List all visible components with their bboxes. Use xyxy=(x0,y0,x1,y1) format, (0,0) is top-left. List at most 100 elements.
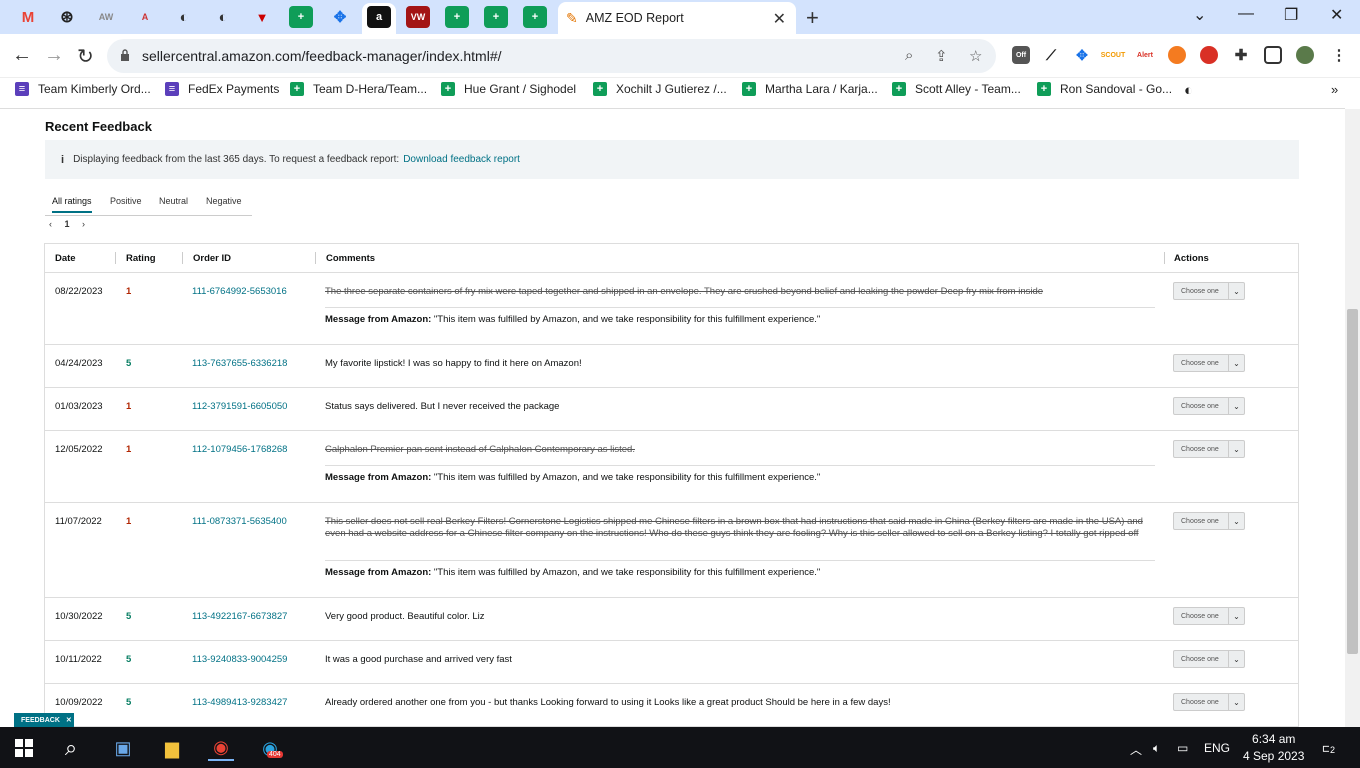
action-select[interactable]: Choose one ⌄ xyxy=(1173,512,1245,530)
extension-arrow-icon[interactable]: ⟋ xyxy=(1042,46,1060,64)
row-order-id[interactable]: 111-6764992-5653016 xyxy=(192,286,287,297)
info-text: Displaying feedback from the last 365 da… xyxy=(73,154,400,165)
action-select[interactable]: Choose one ⌄ xyxy=(1173,440,1245,458)
search-icon[interactable]: ⌕ xyxy=(58,735,84,761)
page-number[interactable]: 1 xyxy=(65,219,70,229)
action-select[interactable]: Choose one ⌄ xyxy=(1173,354,1245,372)
tab-icon-11[interactable]: VW xyxy=(406,6,430,28)
bookmark-item[interactable]: + Ron Sandoval - Go... xyxy=(1037,82,1172,96)
row-order-id[interactable]: 112-3791591-6605050 xyxy=(192,401,287,412)
volume-icon[interactable]: 🔈︎ xyxy=(1153,741,1160,756)
extension-scout-icon[interactable]: SCOUT xyxy=(1101,46,1126,64)
tab-icon-9[interactable]: ✥ xyxy=(328,6,352,28)
profile-avatar[interactable] xyxy=(1296,46,1314,64)
bookmark-item[interactable]: ≡ FedEx Payments xyxy=(165,82,279,96)
action-select[interactable]: Choose one ⌄ xyxy=(1173,607,1245,625)
forward-icon[interactable]: → xyxy=(44,44,64,67)
prev-page-icon[interactable]: ‹ xyxy=(49,219,52,229)
tab-icon-7[interactable]: ▼ xyxy=(250,6,274,28)
amazon-tab-icon[interactable]: a xyxy=(367,6,391,28)
chevron-down-icon: ⌄ xyxy=(1228,513,1244,529)
row-order-id[interactable]: 112-1079456-1768268 xyxy=(192,444,287,455)
reload-icon[interactable]: ↻ xyxy=(77,44,94,69)
bookmark-item[interactable]: + Hue Grant / Sighodel xyxy=(441,82,576,96)
bookmark-item[interactable]: ≡ Team Kimberly Ord... xyxy=(15,82,151,96)
notifications-icon[interactable]: ▭ 2 xyxy=(1316,735,1342,761)
action-select[interactable]: Choose one ⌄ xyxy=(1173,397,1245,415)
close-tab-icon[interactable]: ✕ xyxy=(773,9,786,29)
tray-chevron-icon[interactable]: ︿ xyxy=(1130,741,1142,758)
menu-icon[interactable]: ⋮ xyxy=(1330,46,1348,64)
row-order-id[interactable]: 111-0873371-5635400 xyxy=(192,516,287,527)
language-indicator[interactable]: ENG xyxy=(1204,741,1230,755)
new-tab-icon[interactable]: + xyxy=(806,5,819,31)
tab-positive[interactable]: Positive xyxy=(110,196,142,206)
zoom-icon[interactable]: ⌕ xyxy=(905,47,913,64)
tab-all-ratings[interactable]: All ratings xyxy=(52,196,92,213)
download-report-link[interactable]: Download feedback report xyxy=(403,154,520,165)
sheets-tab-icon-3[interactable]: + xyxy=(484,6,508,28)
globe-bookmark-icon[interactable]: ◐ xyxy=(1184,82,1193,99)
browser-toolbar: ← → ↻ sellercentral.amazon.com/feedback-… xyxy=(0,34,1360,78)
windows-start-icon[interactable] xyxy=(11,735,37,761)
sheets-tab-icon[interactable]: + xyxy=(289,6,313,28)
sheets-tab-icon-2[interactable]: + xyxy=(445,6,469,28)
tab-icon-3[interactable]: AW xyxy=(94,6,118,28)
gmail-tab-icon[interactable]: M xyxy=(16,6,40,28)
desktop-app-icon[interactable]: ▣ xyxy=(110,735,136,761)
row-order-id[interactable]: 113-4989413-9283427 xyxy=(192,697,287,708)
restore-icon[interactable]: ❐ xyxy=(1284,5,1298,25)
divider xyxy=(315,252,316,264)
sheets-icon: + xyxy=(290,82,304,96)
minimize-icon[interactable]: — xyxy=(1238,5,1254,23)
close-window-icon[interactable]: ✕ xyxy=(1330,5,1343,25)
scrollbar-thumb[interactable] xyxy=(1347,309,1358,654)
tab-negative[interactable]: Negative xyxy=(206,196,242,206)
file-explorer-icon[interactable]: ▆ xyxy=(159,735,185,761)
globe-tab-icon-2[interactable]: ◐ xyxy=(211,6,235,28)
pagination: ‹ 1 › xyxy=(49,219,85,229)
address-bar[interactable]: sellercentral.amazon.com/feedback-manage… xyxy=(107,39,996,73)
share-icon[interactable]: ⇪ xyxy=(935,47,948,65)
action-select[interactable]: Choose one ⌄ xyxy=(1173,693,1245,711)
page-scrollbar[interactable] xyxy=(1345,109,1360,727)
extensions-puzzle-icon[interactable]: ✚ xyxy=(1232,46,1250,64)
extension-blue-icon[interactable]: ✥ xyxy=(1073,46,1091,64)
row-order-id[interactable]: 113-7637655-6336218 xyxy=(192,358,287,369)
clock[interactable]: 6:34 am 4 Sep 2023 xyxy=(1243,731,1304,765)
chevron-down-icon: ⌄ xyxy=(1228,283,1244,299)
action-select[interactable]: Choose one ⌄ xyxy=(1173,650,1245,668)
close-icon[interactable]: ✕ xyxy=(66,716,72,724)
extension-orange-icon[interactable] xyxy=(1168,46,1186,64)
select-label: Choose one xyxy=(1181,698,1219,706)
bookmark-item[interactable]: + Scott Alley - Team... xyxy=(892,82,1021,96)
bookmark-star-icon[interactable]: ☆ xyxy=(969,47,982,65)
bookmark-item[interactable]: + Xochilt J Gutierez /... xyxy=(593,82,727,96)
row-date: 12/05/2022 xyxy=(55,444,103,455)
section-title: Recent Feedback xyxy=(45,119,152,134)
extension-pokeball-icon[interactable] xyxy=(1200,46,1218,64)
row-order-id[interactable]: 113-9240833-9004259 xyxy=(192,654,287,665)
feedback-widget[interactable]: FEEDBACK ✕ xyxy=(14,713,74,727)
chatgpt-tab-icon[interactable]: ⊛ xyxy=(55,6,79,28)
extension-off-icon[interactable]: Off xyxy=(1012,46,1030,64)
back-icon[interactable]: ← xyxy=(12,44,32,67)
tab-icon-4[interactable]: A xyxy=(133,6,157,28)
tab-neutral[interactable]: Neutral xyxy=(159,196,188,206)
header-rating: Rating xyxy=(126,253,156,264)
side-panel-icon[interactable] xyxy=(1264,46,1282,64)
globe-tab-icon[interactable]: ◐ xyxy=(172,6,196,28)
extension-alert-icon[interactable]: Alert xyxy=(1136,46,1154,64)
more-bookmarks-icon[interactable]: » xyxy=(1331,82,1338,97)
tab-search-icon[interactable]: ⌄ xyxy=(1193,5,1206,25)
sheets-tab-icon-4[interactable]: + xyxy=(523,6,547,28)
telegram-icon[interactable]: ◉ 404 xyxy=(257,735,283,761)
action-select[interactable]: Choose one ⌄ xyxy=(1173,282,1245,300)
row-order-id[interactable]: 113-4922167-6673827 xyxy=(192,611,287,622)
network-icon[interactable]: ▭ xyxy=(1177,741,1188,755)
chrome-icon[interactable]: ◉ xyxy=(208,735,234,761)
next-page-icon[interactable]: › xyxy=(82,219,85,229)
bookmark-item[interactable]: + Martha Lara / Karja... xyxy=(742,82,878,96)
bookmark-item[interactable]: + Team D-Hera/Team... xyxy=(290,82,427,96)
tab-amz-eod-report[interactable]: ✎ AMZ EOD Report ✕ xyxy=(558,2,796,34)
